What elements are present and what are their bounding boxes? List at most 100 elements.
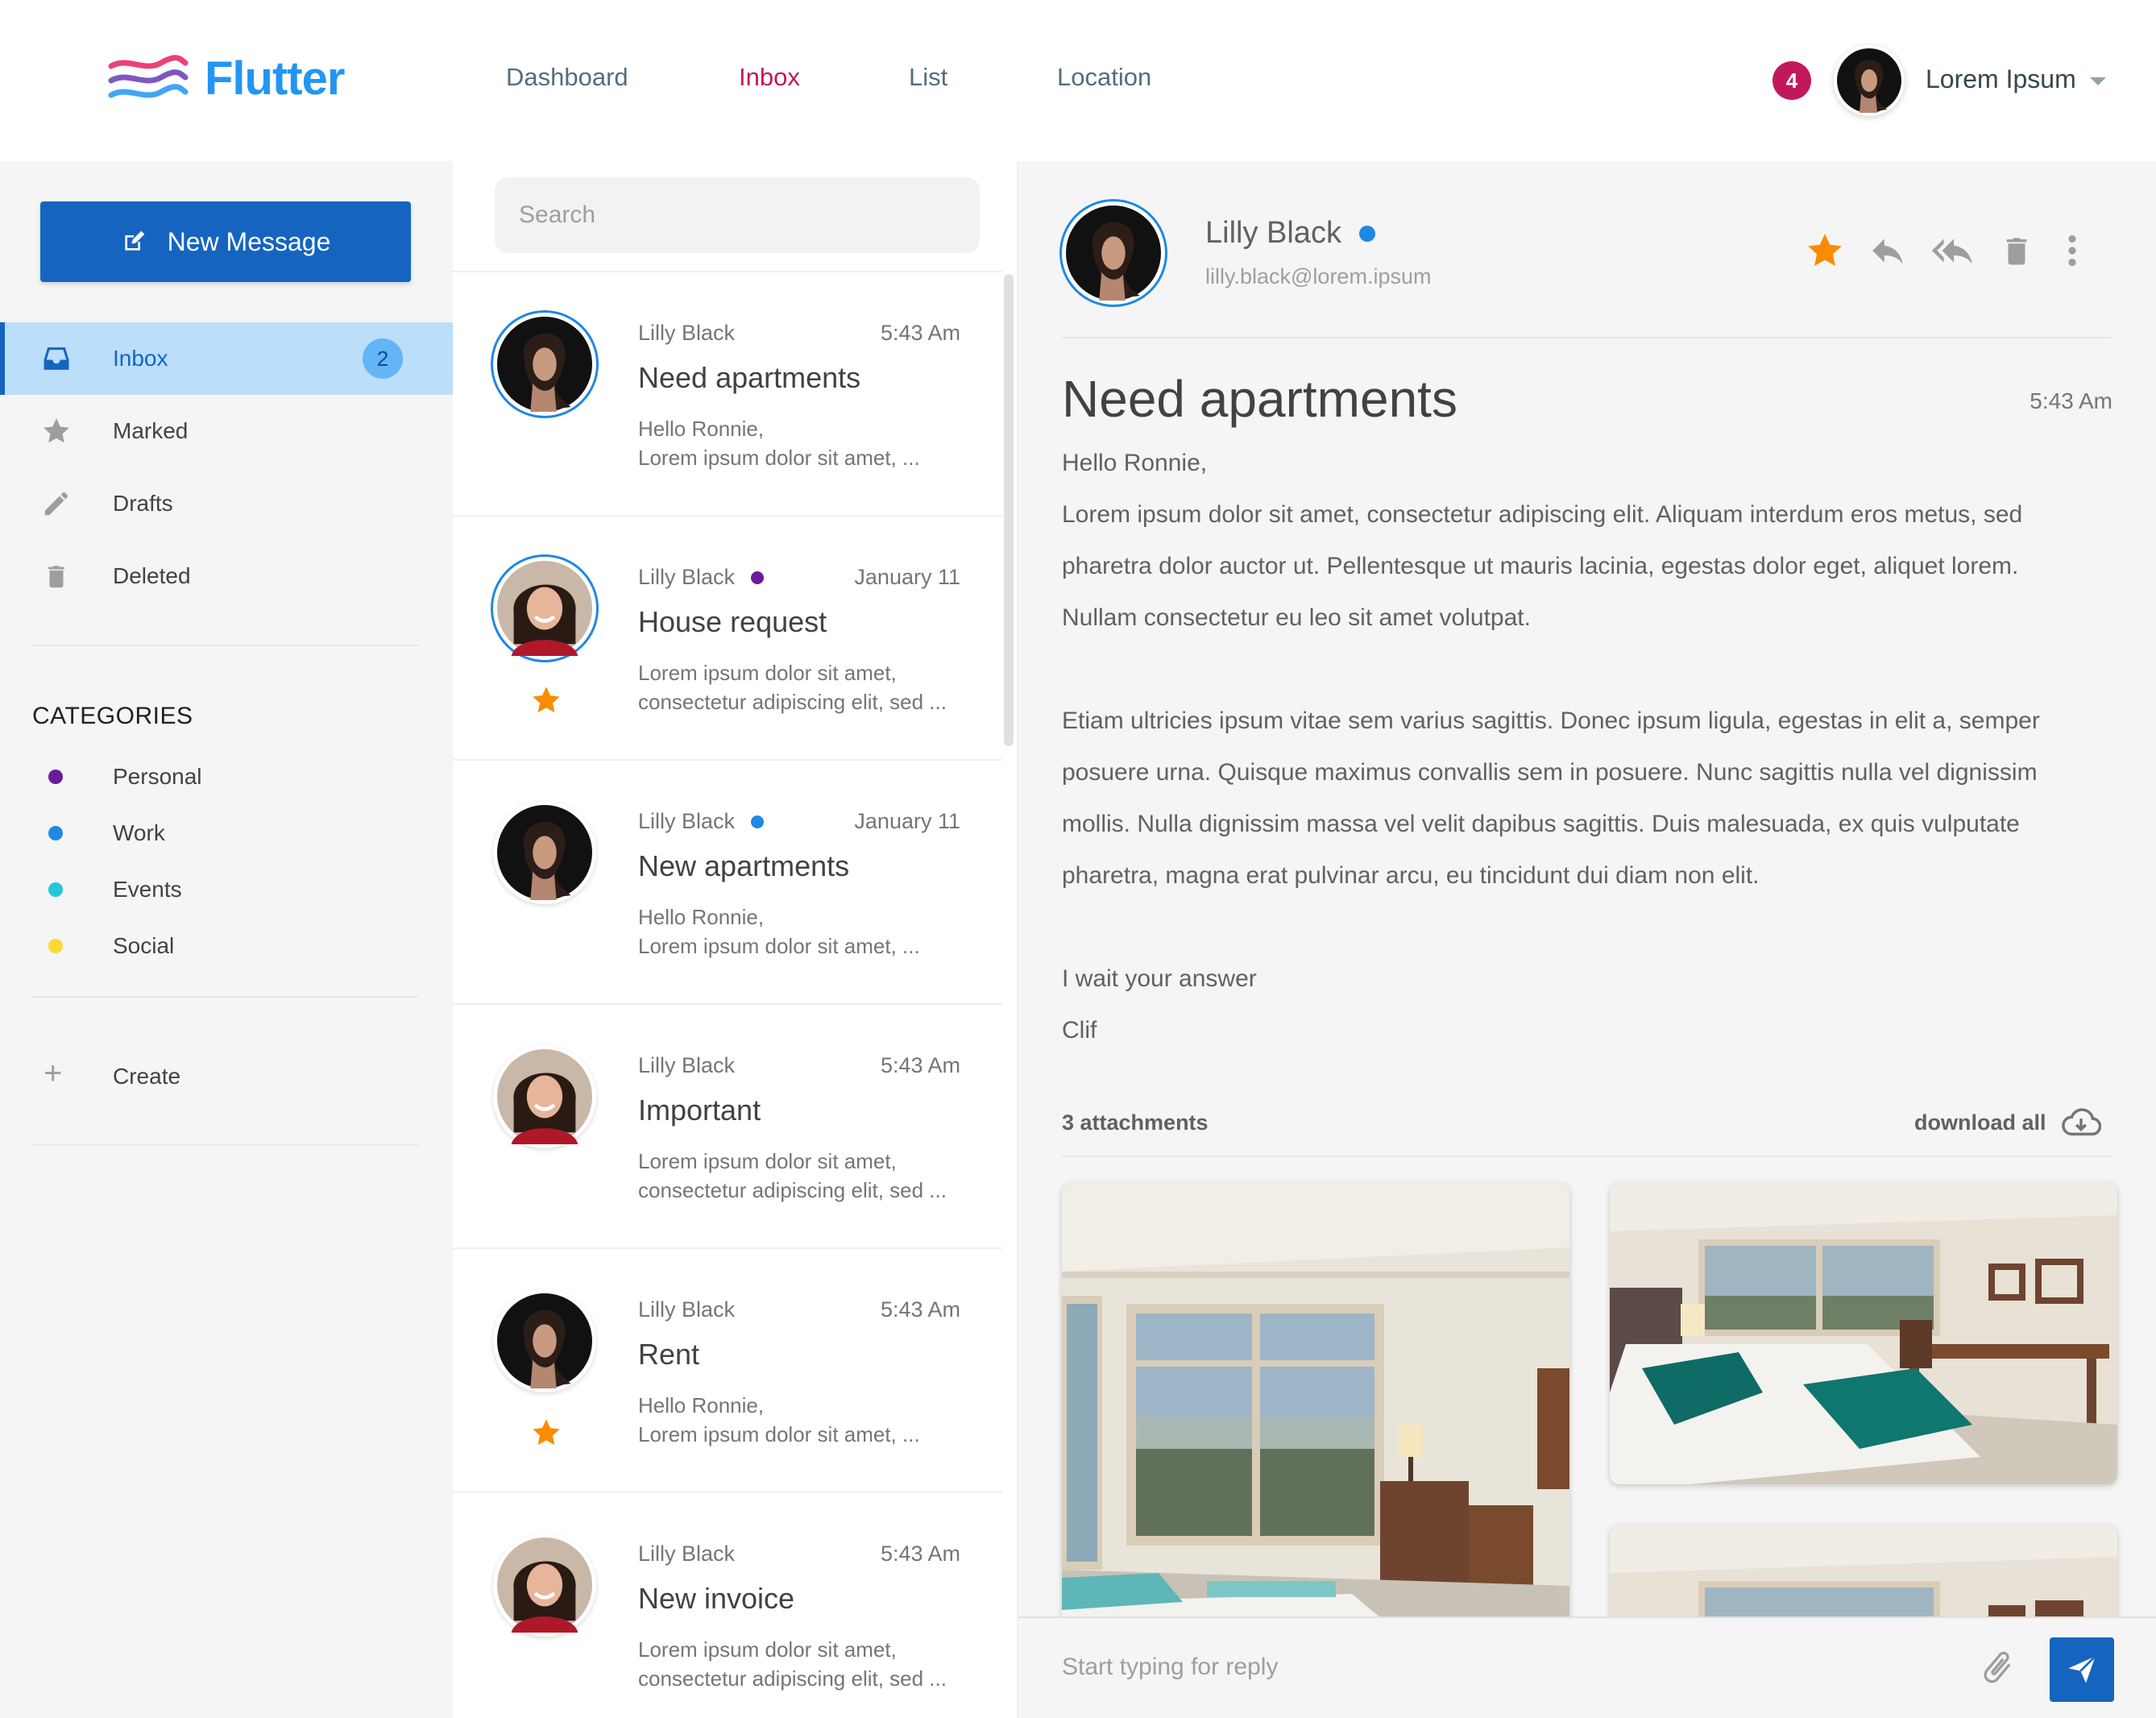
nav-inbox[interactable]: Inbox xyxy=(739,63,800,92)
divider xyxy=(1062,1156,2112,1157)
plus-icon: + xyxy=(44,1056,63,1091)
star-icon[interactable] xyxy=(530,1417,562,1449)
message-preview-line: consectetur adipiscing elit, sed ... xyxy=(638,690,947,714)
reply-icon[interactable] xyxy=(1868,230,1908,271)
message-detail: Lilly Black lilly.black@lorem.ipsum Need… xyxy=(1018,161,2156,1718)
sender-avatar-icon xyxy=(497,1049,592,1144)
message-body-line: mollis. Nulla dignissim massa vel velit … xyxy=(1062,811,2020,837)
sender-name: Lilly Black xyxy=(1205,216,1375,251)
message-preview-line: consectetur adipiscing elit, sed ... xyxy=(638,1666,947,1691)
category-dot xyxy=(48,826,63,840)
message-sender: Lilly Black xyxy=(638,809,765,834)
create-label: Create xyxy=(113,1064,181,1089)
search-input[interactable]: Search xyxy=(495,177,980,253)
message-body-line: Clif xyxy=(1062,1017,1097,1044)
flutter-wave-logo-icon xyxy=(108,54,189,98)
bedroom-photo xyxy=(1062,1183,1569,1634)
reply-bar: Start typing for reply xyxy=(1018,1616,2156,1718)
user-avatar-icon xyxy=(1837,48,1901,113)
categories-heading: CATEGORIES xyxy=(32,703,193,729)
message-subject: New invoice xyxy=(638,1582,795,1615)
inbox-count-badge: 2 xyxy=(363,338,403,379)
sidebar-item-drafts[interactable]: Drafts xyxy=(0,467,453,540)
user-name[interactable]: Lorem Ipsum xyxy=(1926,64,2076,94)
category-label: Personal xyxy=(113,764,202,789)
sender-avatar xyxy=(493,1045,596,1148)
delete-icon[interactable] xyxy=(2000,230,2034,271)
nav-location[interactable]: Location xyxy=(1057,63,1151,92)
message-preview-line: Lorem ipsum dolor sit amet, xyxy=(638,661,897,685)
sidebar-item-label: Marked xyxy=(113,418,189,443)
message-time: 5:43 Am xyxy=(2030,388,2112,413)
star-icon[interactable] xyxy=(530,684,562,716)
message-time: January 11 xyxy=(854,565,960,589)
message-list: Search Lilly Black 5:43 Am Need apartments… xyxy=(453,161,1018,1718)
sender-avatar-icon xyxy=(497,1293,592,1388)
category-events[interactable]: Events xyxy=(0,865,453,914)
category-social[interactable]: Social xyxy=(0,922,453,970)
sender-avatar[interactable] xyxy=(1062,201,1165,305)
message-preview: Hello Ronnie, Lorem ipsum dolor sit amet,… xyxy=(638,903,976,961)
reply-input[interactable]: Start typing for reply xyxy=(1062,1654,1278,1681)
send-icon xyxy=(2068,1655,2096,1683)
sidebar-item-inbox[interactable]: Inbox 2 xyxy=(0,322,453,395)
nav-list[interactable]: List xyxy=(909,63,947,92)
message-list-item[interactable]: Lilly Black January 11 House request Lorem … xyxy=(453,515,1002,759)
sidebar-item-label: Inbox xyxy=(113,346,168,371)
category-dot xyxy=(751,815,765,828)
message-list-scrollbar[interactable] xyxy=(1004,274,1014,746)
chevron-down-icon[interactable] xyxy=(2090,77,2106,85)
attachments-count: 3 attachments xyxy=(1062,1110,1209,1135)
paperclip-icon[interactable] xyxy=(1977,1647,2017,1687)
message-list-item[interactable]: Lilly Black 5:43 Am New invoice Lorem ipsum… xyxy=(453,1492,1002,1718)
message-list-item[interactable]: Lilly Black January 11 New apartments Hello… xyxy=(453,759,1002,1003)
new-message-button[interactable]: New Message xyxy=(40,201,411,282)
send-button[interactable] xyxy=(2050,1637,2114,1702)
category-personal[interactable]: Personal xyxy=(0,753,453,801)
user-avatar[interactable] xyxy=(1834,45,1905,116)
message-preview-line: Lorem ipsum dolor sit amet, ... xyxy=(638,446,920,470)
reply-all-icon[interactable] xyxy=(1932,230,1972,271)
attachment-image[interactable] xyxy=(1062,1183,1569,1634)
bedroom-photo xyxy=(1610,1183,2117,1484)
create-category-button[interactable]: + Create xyxy=(0,1051,453,1102)
attachment-image[interactable] xyxy=(1610,1183,2117,1484)
sender-avatar-icon xyxy=(497,805,592,900)
message-sender: Lilly Black xyxy=(638,1053,735,1078)
category-work[interactable]: Work xyxy=(0,809,453,857)
app-logo[interactable]: Flutter xyxy=(108,52,345,106)
message-sender: Lilly Black xyxy=(638,1297,735,1322)
message-list-item[interactable]: Lilly Black 5:43 Am Need apartments Hello R… xyxy=(453,271,1002,515)
message-preview: Hello Ronnie, Lorem ipsum dolor sit amet,… xyxy=(638,1391,976,1449)
sidebar-item-deleted[interactable]: Deleted xyxy=(0,540,453,612)
new-message-label: New Message xyxy=(167,226,331,256)
divider xyxy=(32,645,419,646)
message-preview-line: consectetur adipiscing elit, sed ... xyxy=(638,1178,947,1202)
message-time: 5:43 Am xyxy=(880,1542,960,1566)
sender-email: lilly.black@lorem.ipsum xyxy=(1205,264,1432,288)
message-body-line: pharetra, magna erat pulvinar arcu, eu t… xyxy=(1062,862,1760,889)
nav-dashboard[interactable]: Dashboard xyxy=(506,63,628,92)
sender-name: Lilly Black xyxy=(638,321,736,345)
cloud-download-icon[interactable] xyxy=(2061,1106,2101,1138)
online-status-dot xyxy=(1358,225,1375,242)
message-subject: Need apartments xyxy=(638,361,861,394)
download-all-link[interactable]: download all xyxy=(1914,1110,2046,1135)
message-time: 5:43 Am xyxy=(880,321,960,345)
message-list-item[interactable]: Lilly Black 5:43 Am Important Lorem ipsum d… xyxy=(453,1003,1002,1247)
star-action-icon[interactable] xyxy=(1805,230,1845,271)
sender-avatar-icon xyxy=(1066,205,1161,301)
notification-badge[interactable]: 4 xyxy=(1772,61,1811,100)
message-body-line: pharetra dolor auctor ut. Pellentesque u… xyxy=(1062,553,2019,579)
pencil-icon xyxy=(40,488,73,520)
message-list-item[interactable]: Lilly Black 5:43 Am Rent Hello Ronnie, Lorem… xyxy=(453,1247,1002,1492)
message-time: 5:43 Am xyxy=(880,1297,960,1322)
more-options-icon[interactable] xyxy=(2064,230,2080,271)
sender-name: Lilly Black xyxy=(638,565,736,589)
sender-avatar xyxy=(493,557,596,660)
message-sender: Lilly Black xyxy=(638,321,735,346)
sidebar: New Message Inbox 2 Marked Drafts Delete… xyxy=(0,161,453,1718)
sidebar-item-marked[interactable]: Marked xyxy=(0,395,453,467)
divider xyxy=(32,1144,419,1146)
category-label: Work xyxy=(113,820,165,845)
